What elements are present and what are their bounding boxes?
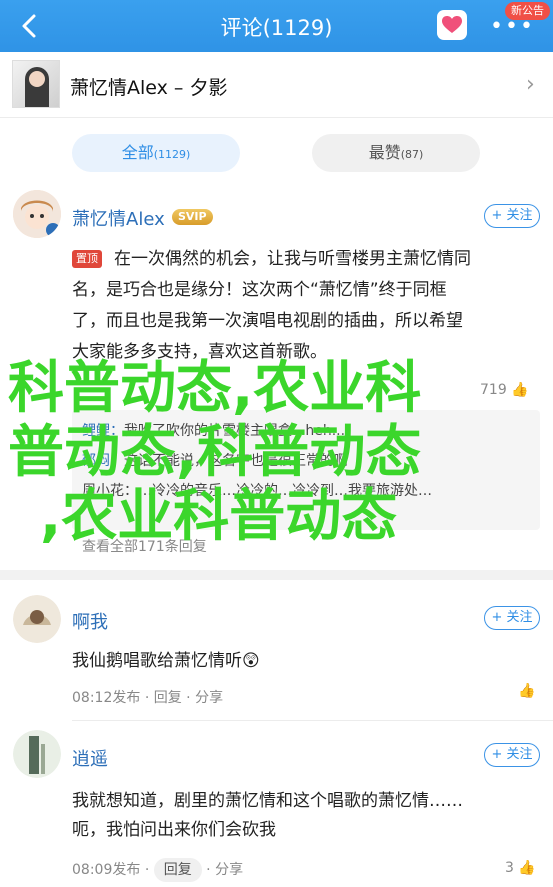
avatar[interactable] xyxy=(13,190,61,238)
divider xyxy=(0,570,553,580)
comments-screen: 评论(1129) ••• 新公告 萧忆情Alex – 夕影 › 全部(1129)… xyxy=(0,0,553,887)
heart-icon xyxy=(442,16,462,33)
comment-meta: 08:12发布 · 回复 · 分享 xyxy=(72,690,224,706)
comment-time: 08:09发布 xyxy=(72,862,141,878)
comment-username[interactable]: 啊我 xyxy=(72,608,108,634)
like-count: 719 xyxy=(480,382,507,398)
reply-button[interactable]: 回复 xyxy=(154,690,182,706)
follow-button[interactable]: + 关注 xyxy=(484,204,540,228)
notice-badge[interactable]: 新公告 xyxy=(505,2,550,20)
reply-button[interactable]: 回复 xyxy=(153,858,202,882)
watermark-line: 科普动态,农业科 xyxy=(8,356,422,421)
comment-text-line: 了，而且也是我第一次演唱电视剧的插曲，所以希望 xyxy=(72,311,463,331)
chevron-right-icon: › xyxy=(526,72,535,97)
tab-top[interactable]: 最赞(87) xyxy=(312,134,480,172)
tab-all-count: (1129) xyxy=(153,148,191,161)
thumb-up-icon: 👍 xyxy=(511,382,529,398)
tab-all[interactable]: 全部(1129) xyxy=(72,134,240,172)
song-row[interactable]: 萧忆情Alex – 夕影 › xyxy=(0,52,553,118)
comment-username[interactable]: 萧忆情Alex xyxy=(72,205,165,231)
watermark-line: ,农业科普动态 xyxy=(40,484,398,549)
follow-button[interactable]: + 关注 xyxy=(484,743,540,767)
song-title: 萧忆情Alex – 夕影 xyxy=(70,77,228,99)
like-button[interactable]: 3 👍 xyxy=(505,860,536,876)
heart-button[interactable] xyxy=(437,10,467,40)
divider xyxy=(72,720,553,721)
comment-text-line: 名，是巧合也是缘分！这次两个“萧忆情”终于同框 xyxy=(72,280,447,300)
avatar[interactable] xyxy=(13,595,61,643)
comment-text-line: 呃，我怕问出来你们会砍我 xyxy=(72,820,276,840)
comment-username[interactable]: 逍遥 xyxy=(72,745,108,771)
avatar[interactable] xyxy=(13,730,61,778)
svip-badge: SVIP xyxy=(172,209,213,225)
page-title: 评论(1129) xyxy=(220,16,333,40)
tab-all-label: 全部 xyxy=(121,143,154,162)
thumb-up-icon: 👍 xyxy=(518,860,536,876)
tab-top-count: (87) xyxy=(400,148,424,161)
share-button[interactable]: 分享 xyxy=(195,690,223,706)
comment-meta: 08:09发布 · 回复 · 分享 xyxy=(72,858,243,882)
like-button[interactable]: 719 👍 xyxy=(480,382,529,398)
follow-button[interactable]: + 关注 xyxy=(484,606,540,630)
comment-text-line: 我就想知道，剧里的萧忆情和这个唱歌的萧忆情…… xyxy=(72,791,463,811)
share-button[interactable]: 分享 xyxy=(215,862,243,878)
top-bar: 评论(1129) ••• 新公告 xyxy=(0,0,553,52)
comment-text-line: 在一次偶然的机会，让我与听雪楼男主萧忆情同 xyxy=(114,249,471,269)
like-count: 3 xyxy=(505,860,514,876)
tab-top-label: 最赞 xyxy=(368,143,401,162)
comment-time: 08:12发布 xyxy=(72,690,141,706)
song-cover-image xyxy=(12,60,60,108)
thumb-up-icon[interactable]: 👍 xyxy=(518,683,535,699)
comment-text: 我仙鹅唱歌给萧忆情听😲 xyxy=(72,651,260,671)
watermark-line: 普动态,科普动态 xyxy=(8,420,422,485)
